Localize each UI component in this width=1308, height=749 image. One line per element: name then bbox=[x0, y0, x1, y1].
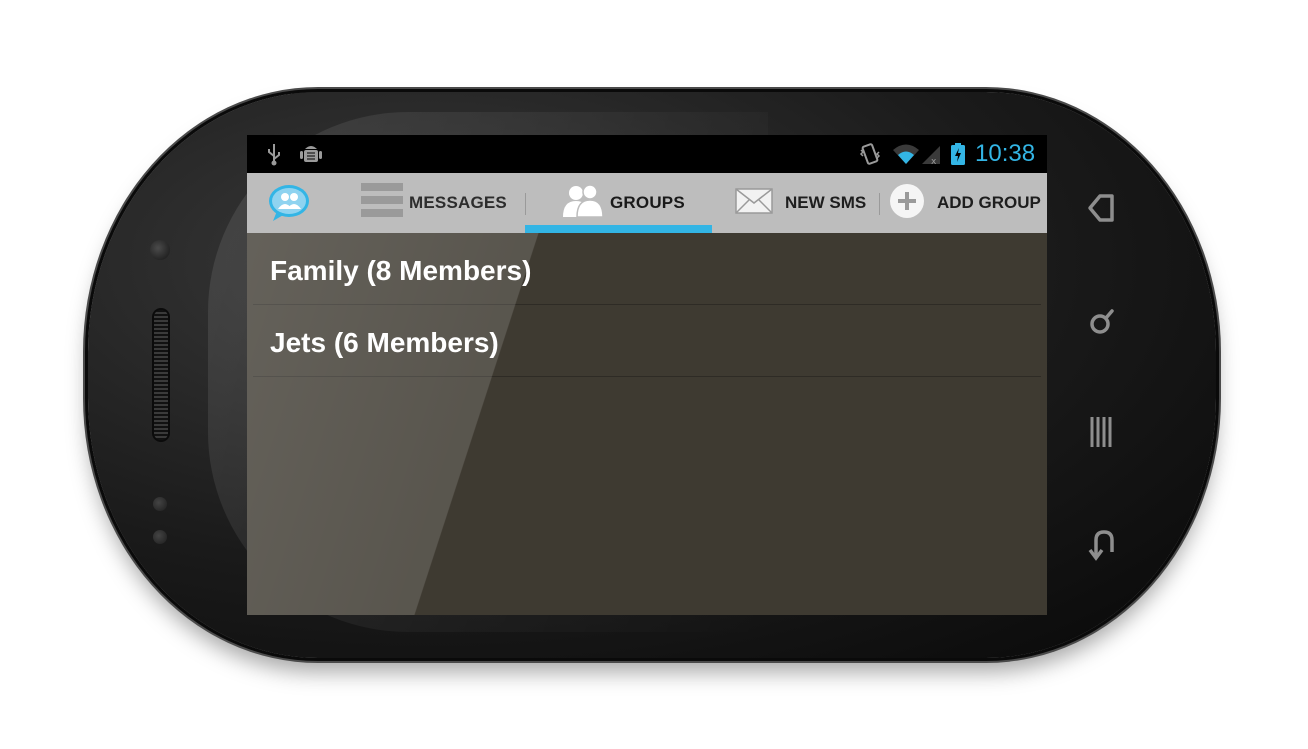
usb-icon bbox=[265, 142, 283, 166]
tab-messages[interactable]: MESSAGES bbox=[361, 173, 507, 233]
status-clock: 10:38 bbox=[975, 140, 1036, 167]
vibrate-icon bbox=[859, 142, 881, 166]
action-bar: MESSAGES GROUPS NEW SMS ADD GROUP bbox=[247, 173, 1047, 233]
battery-charging-icon bbox=[950, 142, 966, 166]
android-debug-icon bbox=[299, 142, 323, 166]
new-sms-button[interactable]: NEW SMS bbox=[735, 173, 866, 233]
app-screen: x 10:38 MESSAGES GROUPS NEW SMS ADD GROU… bbox=[247, 135, 1047, 615]
status-bar: x 10:38 bbox=[247, 135, 1047, 173]
earpiece-speaker bbox=[154, 310, 168, 440]
light-sensor bbox=[153, 530, 167, 544]
tab-messages-label: MESSAGES bbox=[409, 193, 507, 212]
selected-tab-indicator bbox=[525, 225, 712, 233]
svg-text:x: x bbox=[931, 157, 937, 166]
search-icon[interactable] bbox=[1082, 302, 1122, 342]
envelope-icon bbox=[735, 187, 773, 219]
action-divider bbox=[879, 193, 880, 215]
proximity-sensor bbox=[153, 497, 167, 511]
wifi-icon bbox=[891, 142, 921, 166]
new-sms-label: NEW SMS bbox=[785, 193, 867, 212]
tab-groups[interactable]: GROUPS bbox=[562, 173, 685, 233]
group-name: Jets (6 Members) bbox=[270, 327, 499, 358]
menu-icon[interactable] bbox=[1082, 412, 1122, 452]
tab-divider bbox=[525, 193, 526, 215]
back-icon[interactable] bbox=[1082, 524, 1122, 564]
people-icon bbox=[562, 183, 604, 224]
group-list: Family (8 Members) Jets (6 Members) bbox=[247, 233, 1047, 377]
list-item[interactable]: Family (8 Members) bbox=[253, 233, 1041, 305]
chat-bubble-people-icon[interactable] bbox=[267, 183, 311, 223]
front-camera bbox=[150, 240, 170, 260]
home-icon[interactable] bbox=[1082, 188, 1122, 228]
plus-circle-icon bbox=[889, 183, 925, 224]
add-group-button[interactable]: ADD GROUP bbox=[889, 173, 1041, 233]
signal-icon: x bbox=[920, 142, 942, 167]
list-icon bbox=[361, 182, 403, 224]
add-group-label: ADD GROUP bbox=[937, 193, 1041, 212]
tab-groups-label: GROUPS bbox=[610, 193, 685, 212]
list-item[interactable]: Jets (6 Members) bbox=[253, 305, 1041, 377]
group-name: Family (8 Members) bbox=[270, 255, 532, 286]
